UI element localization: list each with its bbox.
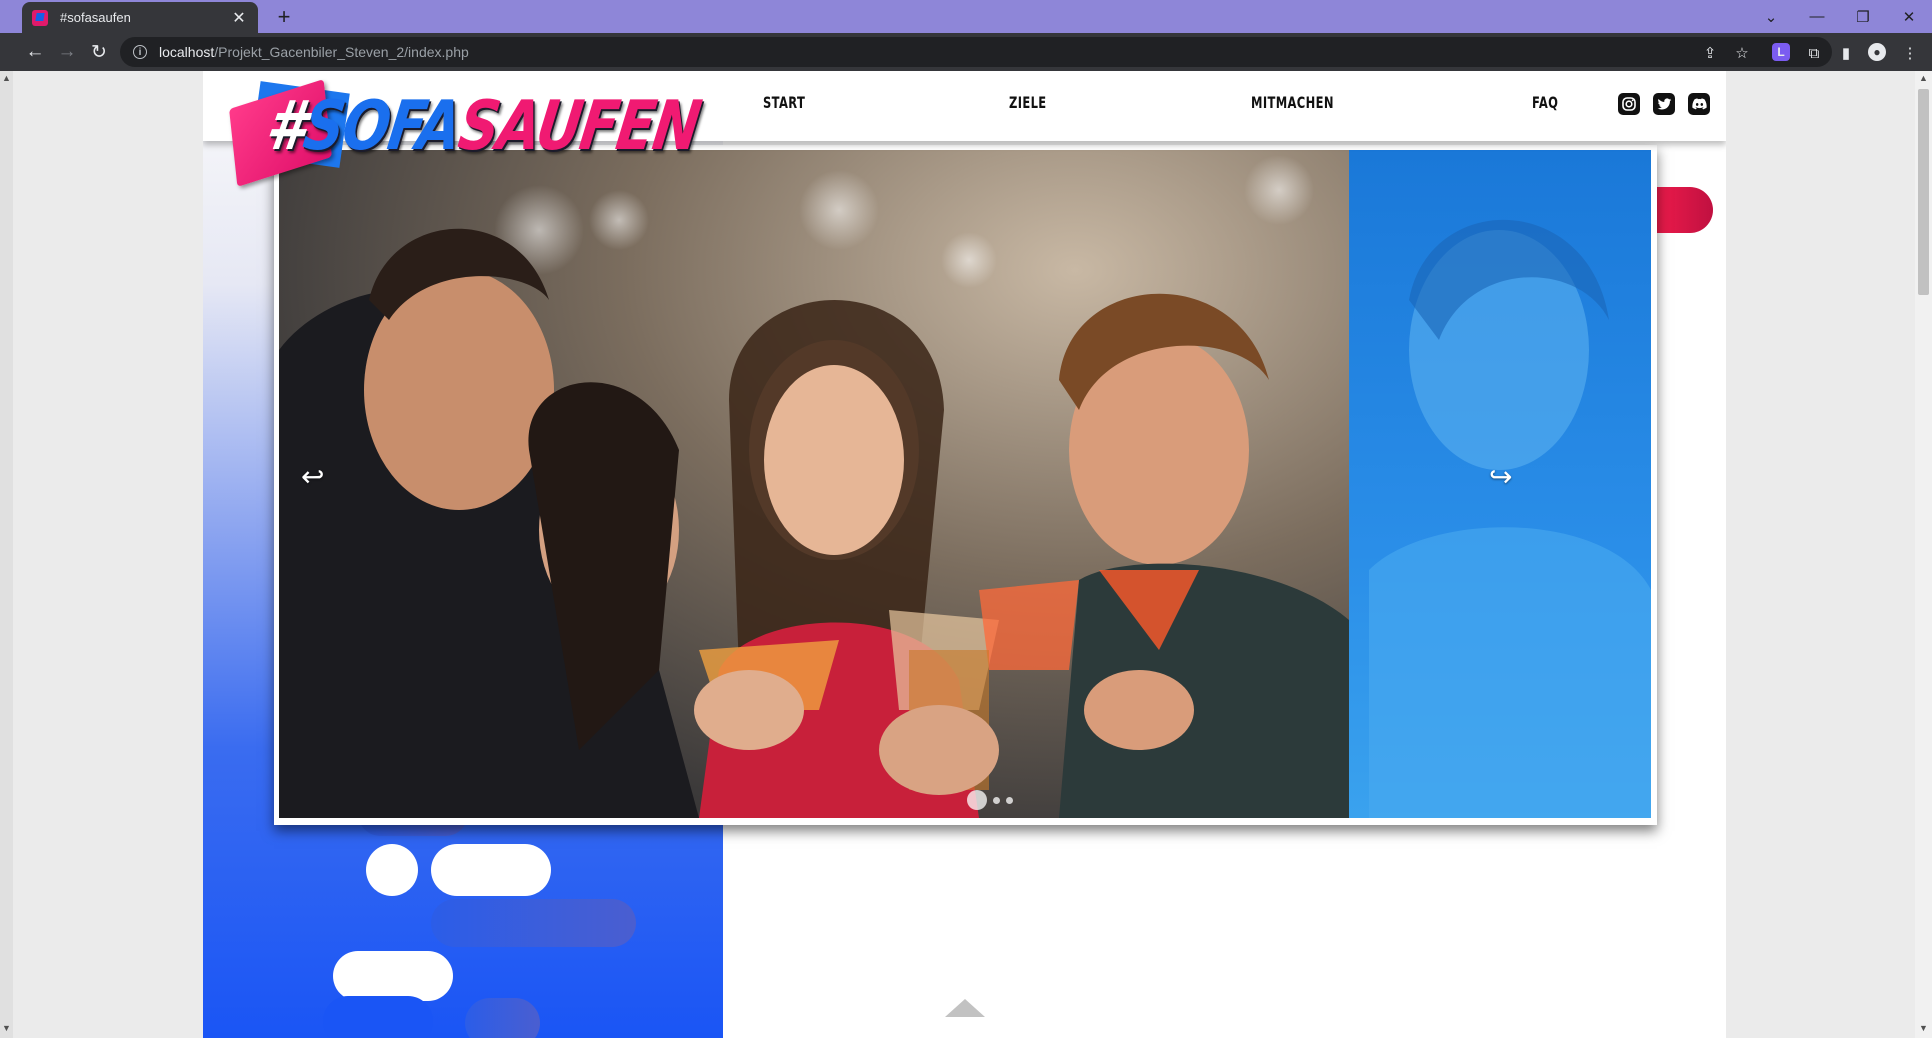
- logo-saufen: SAUFEN: [453, 87, 705, 166]
- decor-dot: [366, 844, 418, 896]
- reload-icon[interactable]: ↻: [86, 39, 112, 65]
- site-favicon-icon: [32, 9, 48, 26]
- new-tab-button[interactable]: +: [272, 4, 296, 30]
- logo-sofa: SOFA: [298, 87, 466, 166]
- url-path: /Projekt_Gacenbiler_Steven_2/index.php: [214, 44, 469, 60]
- slider-dot-active[interactable]: [967, 790, 987, 810]
- nav-mitmachen[interactable]: MITMACHEN: [1251, 93, 1334, 112]
- minimize-button[interactable]: —: [1794, 0, 1840, 33]
- back-icon[interactable]: ←: [22, 39, 48, 65]
- browser-tab[interactable]: #sofasaufen ✕: [22, 2, 258, 33]
- scroll-down-arrow-icon[interactable]: ▼: [1919, 1023, 1928, 1033]
- discord-icon[interactable]: [1688, 93, 1710, 115]
- tab-close-icon[interactable]: ✕: [230, 8, 248, 28]
- bookmark-star-icon[interactable]: ☆: [1732, 43, 1752, 63]
- extension-badge-icon[interactable]: L: [1772, 43, 1790, 61]
- site-info-icon[interactable]: i: [133, 45, 147, 59]
- nav-faq[interactable]: FAQ: [1532, 93, 1558, 112]
- decor-pill-white: [333, 951, 453, 1001]
- menu-kebab-icon[interactable]: ⋮: [1900, 43, 1920, 63]
- next-slide-arrow[interactable]: ↪: [1489, 460, 1512, 493]
- share-icon[interactable]: ⇪: [1700, 43, 1720, 63]
- profile-avatar-icon[interactable]: ●: [1868, 43, 1886, 61]
- logo-text: #SOFASAUFEN: [262, 87, 705, 166]
- decor-pill: [431, 899, 636, 947]
- decor-pill: [323, 996, 433, 1038]
- forward-icon[interactable]: →: [54, 39, 80, 65]
- restore-button[interactable]: ❐: [1840, 0, 1886, 33]
- slide-image: ↩ ↪: [279, 150, 1651, 818]
- page-viewport: ▲ ▼ START ZIELE MITMACHEN FAQ #SOFASAUFE…: [0, 71, 1932, 1038]
- close-window-button[interactable]: ✕: [1886, 0, 1932, 33]
- extensions-puzzle-icon[interactable]: ⧉: [1804, 43, 1824, 63]
- site-logo[interactable]: #SOFASAUFEN: [229, 79, 728, 187]
- slider-dot[interactable]: [1006, 796, 1013, 804]
- scroll-to-top-arrow-icon[interactable]: [945, 999, 985, 1017]
- address-bar[interactable]: i localhost /Projekt_Gacenbiler_Steven_2…: [120, 37, 1832, 67]
- image-slider: ↩ ↪: [274, 145, 1657, 825]
- instagram-icon[interactable]: [1618, 93, 1640, 115]
- decor-pill-white: [431, 844, 551, 896]
- url-host: localhost: [159, 44, 215, 60]
- scrollbar-thumb[interactable]: [1918, 89, 1929, 295]
- slider-dots: [967, 790, 1013, 810]
- nav-ziele[interactable]: ZIELE: [1009, 93, 1047, 112]
- nav-start[interactable]: START: [763, 93, 805, 112]
- tab-search-icon[interactable]: ⌄: [1748, 0, 1794, 33]
- slider-dot[interactable]: [993, 796, 1000, 804]
- side-panel-icon[interactable]: ▮: [1836, 43, 1856, 63]
- browser-toolbar: ← → ↻ i localhost /Projekt_Gacenbiler_St…: [0, 33, 1932, 71]
- left-scroll-track: ▲ ▼: [0, 71, 13, 1038]
- scroll-down-arrow-icon[interactable]: ▼: [2, 1023, 11, 1033]
- decor-pill: [465, 998, 540, 1038]
- tab-title: #sofasaufen: [60, 10, 131, 25]
- browser-tab-strip: #sofasaufen ✕ + ⌄ — ❐ ✕: [0, 0, 1932, 33]
- twitter-icon[interactable]: [1653, 93, 1675, 115]
- scroll-up-arrow-icon[interactable]: ▲: [1919, 73, 1928, 83]
- prev-slide-arrow[interactable]: ↩: [301, 460, 324, 493]
- web-page: START ZIELE MITMACHEN FAQ #SOFASAUFEN ↩ …: [203, 71, 1726, 1038]
- scroll-up-arrow-icon[interactable]: ▲: [2, 73, 11, 83]
